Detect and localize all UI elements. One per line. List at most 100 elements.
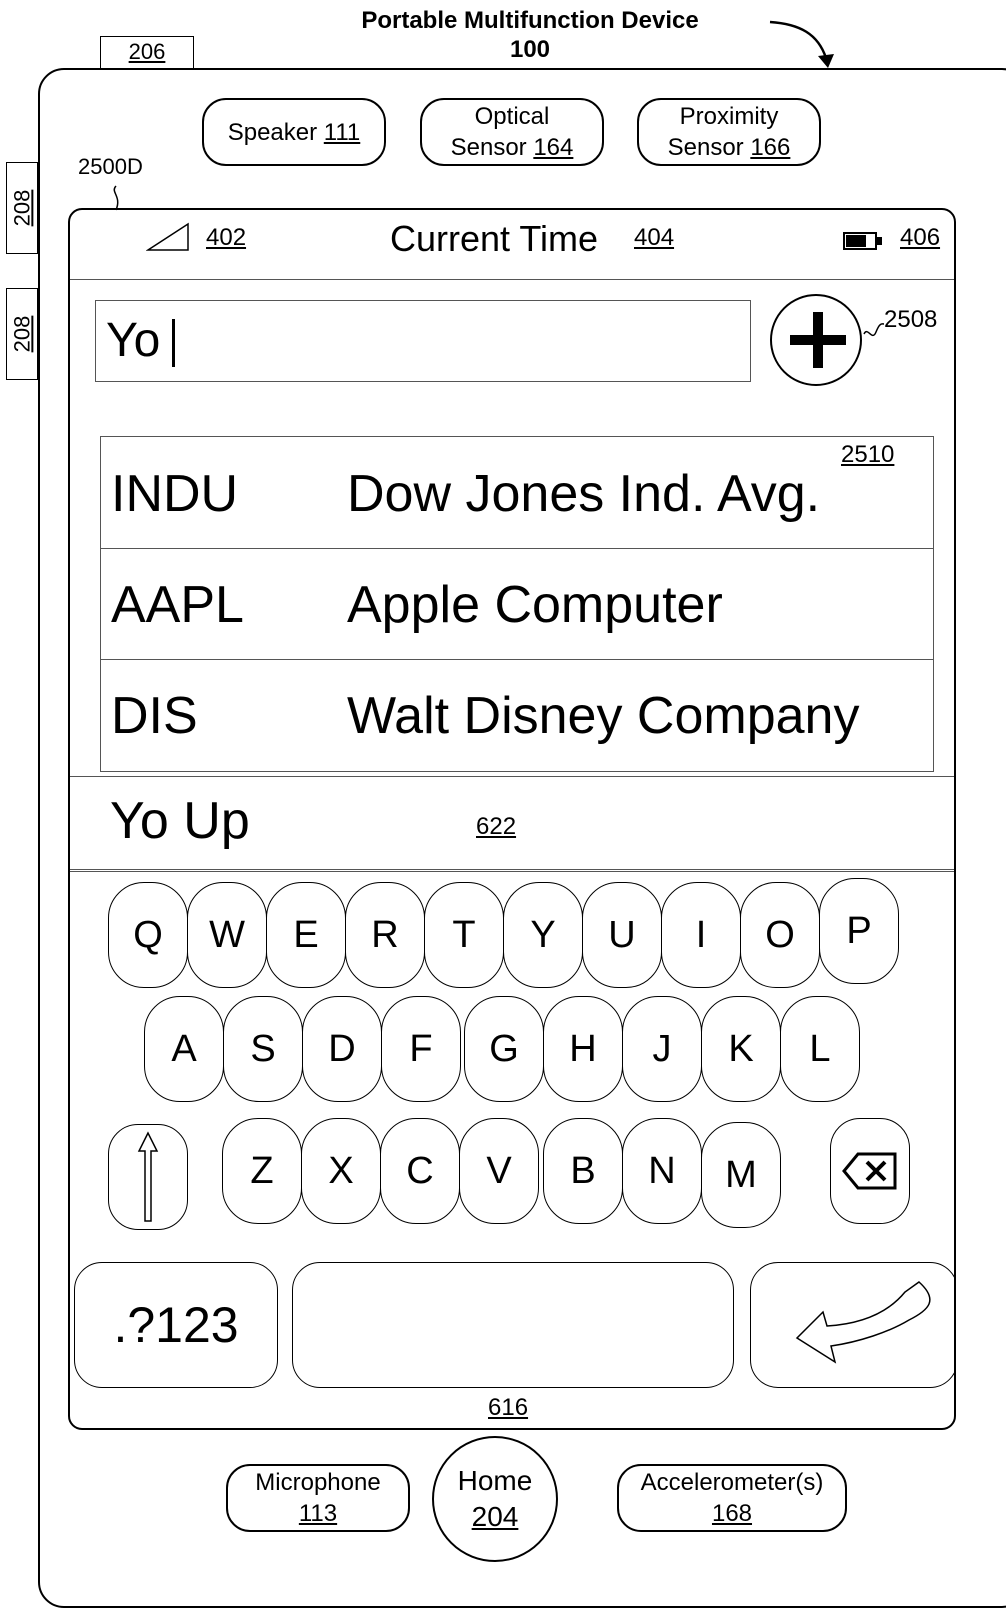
- optical-sensor: Optical Sensor 164: [420, 98, 604, 166]
- screen-ref: 2500D: [78, 154, 143, 179]
- key-label: Q: [133, 913, 163, 956]
- key-label: S: [250, 1027, 276, 1070]
- key-j[interactable]: J: [622, 996, 702, 1102]
- battery-ref: 406: [900, 224, 941, 251]
- top-button-tab[interactable]: 206: [100, 36, 194, 68]
- key-w[interactable]: W: [187, 882, 267, 988]
- accelerometer: Accelerometer(s) 168: [617, 1464, 847, 1532]
- key-label: W: [209, 913, 245, 956]
- key-c[interactable]: C: [380, 1118, 460, 1224]
- list-item[interactable]: DIS Walt Disney Company: [101, 659, 933, 771]
- suggestion-bar[interactable]: Yo Up 622: [70, 776, 954, 872]
- key-e[interactable]: E: [266, 882, 346, 988]
- suggestion-ref: 622: [476, 813, 517, 840]
- home-ref: 204: [471, 1501, 519, 1532]
- list-item-name: Dow Jones Ind. Avg.: [347, 465, 821, 523]
- key-label: T: [452, 913, 476, 956]
- key-label: K: [728, 1027, 754, 1070]
- optical-sensor-label2: Sensor: [450, 134, 527, 161]
- key-label: L: [809, 1027, 831, 1070]
- top-button-ref: 206: [128, 39, 166, 64]
- backspace-icon: [842, 1152, 897, 1190]
- key-label: E: [293, 913, 319, 956]
- key-y[interactable]: Y: [503, 882, 583, 988]
- space-key[interactable]: [292, 1262, 734, 1388]
- side-button-ref: 208: [9, 189, 34, 227]
- results-list: 2510 INDU Dow Jones Ind. Avg. AAPL Apple…: [100, 436, 934, 772]
- device-title-text: Portable Multifunction Device: [361, 7, 699, 34]
- key-d[interactable]: D: [302, 996, 382, 1102]
- status-bar: 402 Current Time 404 406: [70, 210, 954, 280]
- list-item[interactable]: INDU Dow Jones Ind. Avg.: [101, 437, 933, 549]
- key-label: C: [406, 1149, 434, 1192]
- key-label: B: [570, 1149, 596, 1192]
- proximity-sensor: Proximity Sensor 166: [637, 98, 821, 166]
- key-f[interactable]: F: [381, 996, 461, 1102]
- return-arrow-icon: [795, 1281, 931, 1364]
- key-m[interactable]: M: [701, 1122, 781, 1228]
- key-t[interactable]: T: [424, 882, 504, 988]
- key-label: D: [328, 1027, 356, 1070]
- key-v[interactable]: V: [459, 1118, 539, 1224]
- side-button-1[interactable]: 208: [6, 162, 38, 254]
- list-item-name: Walt Disney Company: [347, 687, 860, 745]
- list-item[interactable]: AAPL Apple Computer: [101, 548, 933, 660]
- signal-ref: 402: [206, 224, 247, 251]
- optical-sensor-ref: 164: [533, 134, 574, 161]
- key-label: U: [608, 913, 636, 956]
- key-g[interactable]: G: [464, 996, 544, 1102]
- key-label: G: [489, 1027, 519, 1070]
- accelerometer-label: Accelerometer(s): [640, 1469, 824, 1496]
- home-button[interactable]: Home 204: [432, 1436, 558, 1562]
- battery-icon: [843, 232, 882, 250]
- accelerometer-ref: 168: [711, 1500, 753, 1527]
- key-label: I: [695, 913, 707, 956]
- key-label: X: [328, 1149, 354, 1192]
- keyboard-ref: 616: [488, 1394, 529, 1421]
- list-item-symbol: INDU: [111, 465, 239, 523]
- key-q[interactable]: Q: [108, 882, 188, 988]
- side-button-2[interactable]: 208: [6, 288, 38, 380]
- key-label: P: [846, 909, 872, 952]
- key-u[interactable]: U: [582, 882, 662, 988]
- key-p[interactable]: P: [819, 878, 899, 984]
- plus-icon: [790, 312, 846, 368]
- shift-key[interactable]: [108, 1124, 188, 1230]
- device-title: Portable Multifunction Device 100: [320, 6, 740, 64]
- side-button-ref: 208: [9, 315, 34, 353]
- key-label: A: [171, 1027, 197, 1070]
- search-input[interactable]: Yo: [95, 300, 751, 382]
- pointer-arrow-icon: [769, 20, 834, 68]
- key-a[interactable]: A: [144, 996, 224, 1102]
- add-button[interactable]: [770, 294, 862, 386]
- key-r[interactable]: R: [345, 882, 425, 988]
- key-h[interactable]: H: [543, 996, 623, 1102]
- device-ref: 100: [509, 36, 551, 63]
- proximity-sensor-label: Proximity: [679, 103, 779, 130]
- key-b[interactable]: B: [543, 1118, 623, 1224]
- key-l[interactable]: L: [780, 996, 860, 1102]
- key-o[interactable]: O: [740, 882, 820, 988]
- numbers-key-label: .?123: [113, 1297, 239, 1353]
- key-i[interactable]: I: [661, 882, 741, 988]
- search-input-value: Yo: [106, 314, 161, 367]
- key-label: R: [371, 913, 399, 956]
- proximity-sensor-ref: 166: [750, 134, 791, 161]
- key-label: M: [725, 1153, 757, 1196]
- key-label: V: [486, 1149, 512, 1192]
- key-s[interactable]: S: [223, 996, 303, 1102]
- signal-strength-icon: [146, 222, 189, 251]
- key-label: H: [569, 1027, 597, 1070]
- list-item-name: Apple Computer: [347, 576, 723, 634]
- key-x[interactable]: X: [301, 1118, 381, 1224]
- add-button-leader: [863, 323, 885, 337]
- key-label: N: [648, 1149, 676, 1192]
- numbers-key[interactable]: .?123: [74, 1262, 278, 1388]
- key-label: Z: [250, 1149, 274, 1192]
- key-label: O: [765, 913, 795, 956]
- key-n[interactable]: N: [622, 1118, 702, 1224]
- return-key[interactable]: [750, 1262, 954, 1388]
- key-z[interactable]: Z: [222, 1118, 302, 1224]
- key-k[interactable]: K: [701, 996, 781, 1102]
- backspace-key[interactable]: [830, 1118, 910, 1224]
